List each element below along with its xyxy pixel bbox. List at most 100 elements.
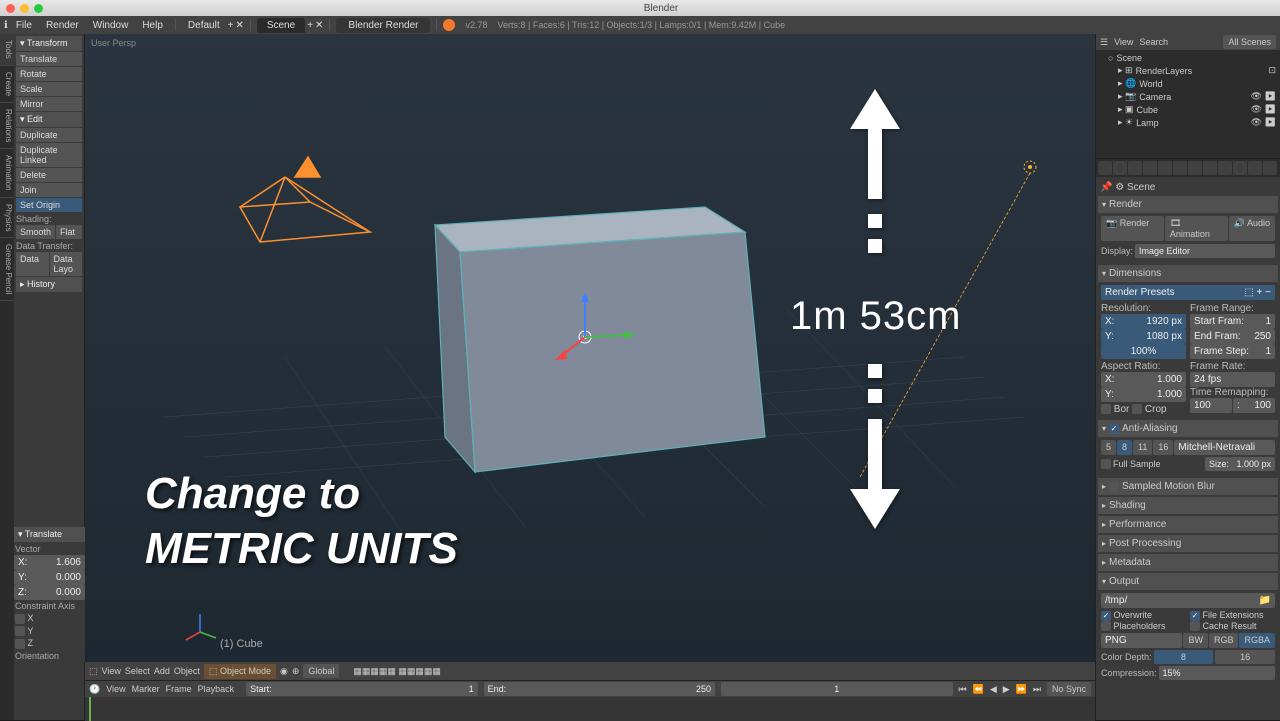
file-ext-checkbox[interactable] [1190,611,1200,621]
context-physics-icon[interactable] [1263,161,1277,175]
context-scene-icon[interactable] [1128,161,1142,175]
join-button[interactable]: Join [16,183,82,197]
fps-dropdown[interactable]: 24 fps [1190,372,1275,387]
render-button[interactable]: 📷 Render [1101,216,1164,241]
data-button[interactable]: Data [16,252,49,276]
constraint-y-checkbox[interactable] [15,626,25,636]
timeline-track[interactable] [85,697,1095,721]
orientation-dropdown[interactable]: Global [303,664,339,678]
layout-dropdown[interactable]: Default [182,18,226,33]
add-scene-icon[interactable]: + [307,20,313,31]
overwrite-checkbox[interactable] [1101,611,1111,621]
context-particles-icon[interactable] [1248,161,1262,175]
edit-header[interactable]: ▾ Edit [16,112,82,127]
flat-button[interactable]: Flat [56,225,82,239]
tree-renderlayers[interactable]: ▸ ⊞ RenderLayers ⊡ [1100,64,1276,77]
menu-window[interactable]: Window [87,18,135,33]
audio-button[interactable]: 🔊 Audio [1229,216,1275,241]
crop-checkbox[interactable] [1132,404,1142,414]
render-engine-dropdown[interactable]: Blender Render [336,18,430,33]
menu-render[interactable]: Render [40,18,85,33]
vp-menu-object[interactable]: Object [174,666,200,676]
outliner-menu-search[interactable]: Search [1139,37,1168,47]
close-scene-icon[interactable]: ✕ [315,20,323,31]
remap-new-field[interactable]: : 100 [1233,398,1275,413]
frame-start-field[interactable]: Start Fram:1 [1190,314,1275,329]
depth-8[interactable]: 8 [1154,650,1214,664]
remap-old-field[interactable]: 100 [1190,398,1232,413]
animation-button[interactable]: 🎞 Animation [1165,216,1228,241]
performance-panel-header[interactable]: Performance [1098,516,1278,533]
menu-file[interactable]: File [10,18,38,33]
jump-end-icon[interactable]: ⏭ [1033,684,1041,695]
bw-button[interactable]: BW [1183,633,1208,648]
rotate-button[interactable]: Rotate [16,67,82,81]
tl-menu-playback[interactable]: Playback [198,684,235,694]
shading-panel-header[interactable]: Shading [1098,497,1278,514]
format-dropdown[interactable]: PNG [1101,633,1182,648]
vp-menu-view[interactable]: View [102,666,121,676]
end-frame-field[interactable]: End:250 [484,682,715,696]
aa-panel-header[interactable]: Anti-Aliasing [1098,420,1278,437]
cache-checkbox[interactable] [1190,621,1200,631]
dimensions-panel-header[interactable]: Dimensions [1098,265,1278,282]
resolution-x-field[interactable]: X:1920 px [1101,314,1186,329]
border-checkbox[interactable] [1101,404,1111,414]
tree-lamp[interactable]: ▸ ☀ Lamp 👁 ▶ [1100,116,1276,129]
tree-world[interactable]: ▸ 🌐 World [1100,77,1276,90]
editor-type-icon[interactable]: ℹ [4,20,8,31]
close-layout-icon[interactable]: ✕ [235,20,243,31]
context-data-icon[interactable] [1203,161,1217,175]
tree-scene[interactable]: ○ Scene [1100,52,1276,64]
vector-y-field[interactable]: Y:0.000 [14,570,85,585]
next-key-icon[interactable]: ⏩ [1016,684,1027,695]
shading-icon[interactable]: ◉ [280,666,288,677]
set-origin-button[interactable]: Set Origin [16,198,82,212]
placeholders-checkbox[interactable] [1101,621,1111,631]
current-frame-field[interactable]: 1 [721,682,952,696]
timeline-type-icon[interactable]: 🕐 [89,684,100,695]
rgba-button[interactable]: RGBA [1239,633,1275,648]
outliner-type-icon[interactable]: ☰ [1100,37,1108,48]
tree-camera[interactable]: ▸ 📷 Camera 👁 ▶ [1100,90,1276,103]
resolution-y-field[interactable]: Y:1080 px [1101,329,1186,344]
translate-button[interactable]: Translate [16,52,82,66]
smooth-button[interactable]: Smooth [16,225,55,239]
context-world-icon[interactable] [1143,161,1157,175]
output-panel-header[interactable]: Output [1098,573,1278,590]
context-material-icon[interactable] [1218,161,1232,175]
editor-type-icon[interactable]: ⬚ [89,666,98,677]
aspect-x-field[interactable]: X:1.000 [1101,372,1186,387]
aa-8[interactable]: 8 [1117,440,1132,455]
aa-checkbox[interactable] [1109,424,1119,434]
motion-blur-panel-header[interactable]: Sampled Motion Blur [1098,478,1278,495]
tab-animation[interactable]: Animation [0,149,14,198]
metadata-panel-header[interactable]: Metadata [1098,554,1278,571]
duplicate-linked-button[interactable]: Duplicate Linked [16,143,82,167]
duplicate-button[interactable]: Duplicate [16,128,82,142]
depth-16[interactable]: 16 [1215,650,1275,664]
context-texture-icon[interactable] [1233,161,1247,175]
play-icon[interactable]: ▶ [1003,684,1010,695]
outliner-filter[interactable]: All Scenes [1223,35,1276,49]
tab-relations[interactable]: Relations [0,103,14,149]
post-processing-panel-header[interactable]: Post Processing [1098,535,1278,552]
mirror-button[interactable]: Mirror [16,97,82,111]
tab-grease-pencil[interactable]: Grease Pencil [0,238,14,301]
scale-button[interactable]: Scale [16,82,82,96]
context-modifiers-icon[interactable] [1188,161,1202,175]
constraint-x-checkbox[interactable] [15,614,25,624]
context-constraints-icon[interactable] [1173,161,1187,175]
context-object-icon[interactable] [1158,161,1172,175]
aspect-y-field[interactable]: Y:1.000 [1101,387,1186,402]
aa-11[interactable]: 11 [1133,440,1152,455]
aa-16[interactable]: 16 [1153,440,1173,455]
aa-filter-dropdown[interactable]: Mitchell-Netravali [1174,440,1275,455]
menu-help[interactable]: Help [136,18,169,33]
frame-end-field[interactable]: End Fram:250 [1190,329,1275,344]
render-panel-header[interactable]: Render [1098,196,1278,213]
mode-dropdown[interactable]: ⬚ Object Mode [204,664,276,679]
maximize-window-icon[interactable] [34,4,43,13]
add-layout-icon[interactable]: + [228,20,234,31]
3d-viewport[interactable]: User Persp [85,34,1095,720]
